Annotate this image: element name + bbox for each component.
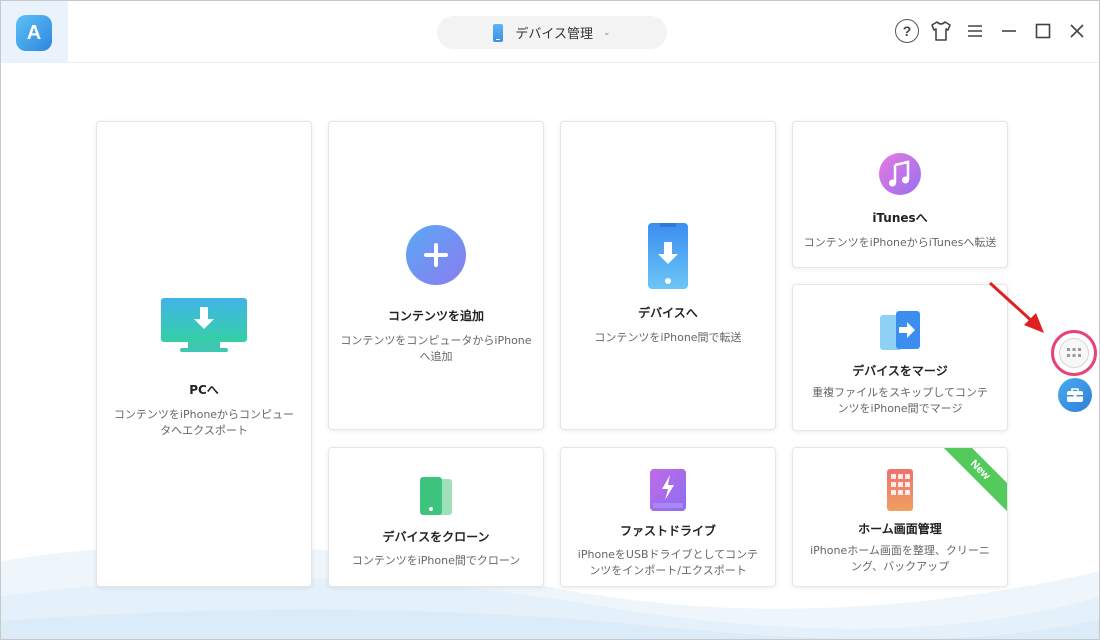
close-icon bbox=[1070, 24, 1084, 38]
app-grid-button[interactable] bbox=[1051, 330, 1097, 376]
card-title: デバイスをクローン bbox=[382, 530, 490, 544]
app-logo[interactable]: A bbox=[16, 15, 52, 51]
card-to-device[interactable]: デバイスへ コンテンツをiPhone間で転送 bbox=[560, 121, 776, 430]
minimize-button[interactable] bbox=[997, 17, 1021, 45]
menu-icon bbox=[968, 25, 982, 37]
close-button[interactable] bbox=[1065, 17, 1089, 45]
merge-devices-icon bbox=[880, 311, 920, 350]
annotation-arrow bbox=[988, 281, 1044, 333]
toolbox-button[interactable] bbox=[1058, 378, 1092, 412]
music-note-icon bbox=[879, 153, 921, 195]
phone-download-icon bbox=[648, 223, 688, 289]
card-description: コンテンツをコンピュータからiPhoneへ追加 bbox=[340, 334, 532, 363]
card-add-content[interactable]: コンテンツを追加 コンテンツをコンピュータからiPhoneへ追加 bbox=[328, 121, 544, 430]
maximize-button[interactable] bbox=[1031, 17, 1055, 45]
device-mode-dropdown[interactable]: デバイス管理 ⌄ bbox=[437, 16, 667, 49]
maximize-icon bbox=[1035, 23, 1051, 39]
title-bar: A デバイス管理 ⌄ ? bbox=[1, 1, 1099, 63]
card-description: iPhoneをUSBドライブとしてコンテンツをインポート/エクスポート bbox=[577, 548, 759, 577]
app-logo-letter: A bbox=[26, 21, 42, 44]
card-title: PCへ bbox=[189, 383, 219, 397]
card-to-itunes[interactable]: iTunesへ コンテンツをiPhoneからiTunesへ転送 bbox=[792, 121, 1008, 268]
card-title: コンテンツを追加 bbox=[387, 309, 484, 323]
menu-button[interactable] bbox=[963, 17, 987, 45]
app-window: A デバイス管理 ⌄ ? PCへ コンテンツをiPhoneからコンピュータへエク… bbox=[0, 0, 1100, 640]
card-clone-device[interactable]: デバイスをクローン コンテンツをiPhone間でクローン bbox=[328, 447, 544, 587]
usb-drive-icon bbox=[650, 469, 686, 511]
card-home-screen[interactable]: New ホーム画面管理 iPhoneホーム画面を整理、クリーニング、バックアップ bbox=[792, 447, 1008, 587]
skin-icon bbox=[931, 21, 951, 41]
card-description: iPhoneホーム画面を整理、クリーニング、バックアップ bbox=[810, 544, 990, 573]
card-title: ファストドライブ bbox=[619, 524, 716, 538]
clone-phones-icon bbox=[420, 477, 452, 515]
app-grid-icon bbox=[1059, 338, 1089, 368]
card-title: ホーム画面管理 bbox=[858, 522, 942, 536]
monitor-download-icon bbox=[161, 298, 247, 352]
card-description: コンテンツをiPhone間でクローン bbox=[351, 554, 521, 567]
help-icon: ? bbox=[895, 19, 919, 43]
home-grid-icon bbox=[887, 469, 913, 511]
plus-circle-icon bbox=[406, 225, 466, 285]
card-description: コンテンツをiPhoneからiTunesへ転送 bbox=[803, 236, 997, 249]
card-title: デバイスへ bbox=[638, 306, 698, 320]
toolbox-icon bbox=[1067, 388, 1083, 402]
card-description: コンテンツをiPhoneからコンピュータへエクスポート bbox=[113, 408, 295, 437]
card-to-pc[interactable]: PCへ コンテンツをiPhoneからコンピュータへエクスポート bbox=[96, 121, 312, 587]
logo-area: A bbox=[1, 1, 68, 63]
window-controls: ? bbox=[895, 17, 1089, 45]
card-merge-device[interactable]: デバイスをマージ 重複ファイルをスキップしてコンテンツをiPhone間でマージ bbox=[792, 284, 1008, 431]
device-mode-label: デバイス管理 bbox=[515, 27, 594, 42]
chevron-down-icon: ⌄ bbox=[603, 27, 611, 38]
skin-button[interactable] bbox=[929, 17, 953, 45]
phone-icon bbox=[493, 23, 504, 42]
card-title: デバイスをマージ bbox=[852, 364, 948, 378]
minimize-icon bbox=[1002, 30, 1016, 32]
help-button[interactable]: ? bbox=[895, 17, 919, 45]
main-area: PCへ コンテンツをiPhoneからコンピュータへエクスポート コンテンツを追加… bbox=[1, 63, 1099, 639]
card-description: 重複ファイルをスキップしてコンテンツをiPhone間でマージ bbox=[812, 386, 988, 415]
card-title: iTunesへ bbox=[872, 211, 928, 225]
card-fast-drive[interactable]: ファストドライブ iPhoneをUSBドライブとしてコンテンツをインポート/エク… bbox=[560, 447, 776, 587]
card-description: コンテンツをiPhone間で転送 bbox=[594, 331, 742, 344]
